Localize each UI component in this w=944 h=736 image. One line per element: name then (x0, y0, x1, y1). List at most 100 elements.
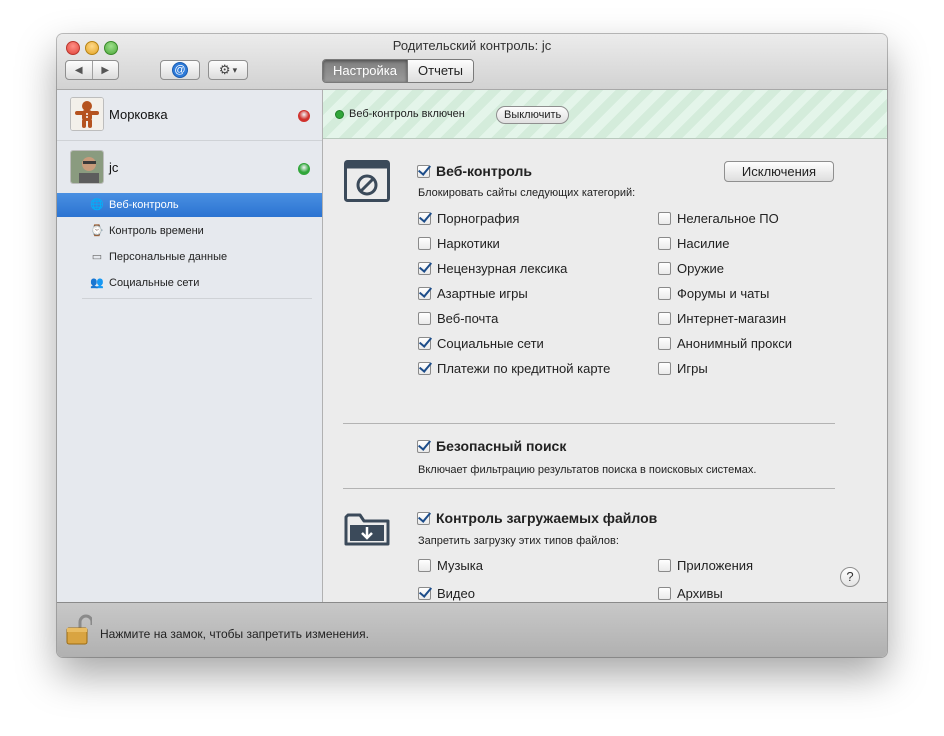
checkbox-box (658, 587, 671, 600)
category-checkbox[interactable]: Форумы и чаты (658, 286, 769, 301)
titlebar: Родительский контроль: jc ◀ ▶ @ ⚙ ▾ Наст… (57, 34, 887, 90)
checkbox-label: Форумы и чаты (677, 286, 770, 301)
file-type-checkbox[interactable]: Музыка (418, 558, 483, 573)
unlocked-padlock-icon[interactable] (66, 614, 92, 646)
checkbox-box (658, 312, 671, 325)
checkbox-label: Нецензурная лексика (437, 261, 568, 276)
people-icon: 👥 (90, 277, 104, 289)
checkbox-box (418, 312, 431, 325)
checkbox-label: Оружие (677, 261, 725, 276)
divider (343, 488, 835, 489)
category-checkbox[interactable]: Наркотики (418, 236, 500, 251)
sidebar-item-social-networks[interactable]: 👥 Социальные сети (57, 271, 322, 295)
exceptions-button[interactable]: Исключения (724, 161, 834, 182)
sidebar-item-label: Социальные сети (109, 277, 200, 289)
checkbox-label: Игры (677, 361, 708, 376)
checkbox-box (417, 439, 430, 453)
help-button[interactable]: ? (840, 567, 860, 587)
checkbox-box (658, 237, 671, 250)
checkbox-box (418, 337, 431, 350)
globe-icon: 🌐 (90, 199, 104, 211)
category-checkbox[interactable]: Порнография (418, 211, 519, 226)
section-title: Веб-контроль (436, 163, 532, 179)
checkbox-label: Наркотики (437, 236, 500, 251)
tab-reports[interactable]: Отчеты (407, 60, 473, 82)
checkbox-label: Платежи по кредитной карте (437, 361, 611, 376)
checkbox-box (418, 559, 431, 572)
sidebar-item-label: Персональные данные (109, 251, 228, 263)
checkbox-box (418, 237, 431, 250)
sidebar: Морковка jc 🌐 Веб-контроль ⌚ Контроль вр… (57, 90, 323, 602)
category-checkbox[interactable]: Платежи по кредитной карте (418, 361, 610, 376)
checkbox-label: Архивы (677, 586, 723, 601)
divider (57, 140, 322, 141)
view-tabs: Настройка Отчеты (322, 59, 474, 83)
browser-block-icon (344, 160, 390, 202)
section-title: Безопасный поиск (436, 438, 567, 454)
checkbox-box (418, 262, 431, 275)
app-window: Родительский контроль: jc ◀ ▶ @ ⚙ ▾ Наст… (57, 34, 887, 657)
sidebar-item-time-control[interactable]: ⌚ Контроль времени (57, 219, 322, 243)
checkbox-box (658, 262, 671, 275)
category-checkbox[interactable]: Игры (658, 361, 708, 376)
back-icon[interactable]: ◀ (66, 65, 92, 76)
file-type-checkbox[interactable]: Приложения (658, 558, 753, 573)
divider (343, 423, 835, 424)
sidebar-item-web-control[interactable]: 🌐 Веб-контроль (57, 193, 322, 217)
checkbox-label: Порнография (437, 211, 520, 226)
status-banner: Веб-контроль включен Выключить (323, 90, 887, 139)
safe-search-description: Включает фильтрацию результатов поиска в… (418, 464, 757, 476)
user-photo-icon (71, 151, 103, 183)
user-item-jc[interactable]: jc (57, 143, 322, 193)
checkbox-box (418, 287, 431, 300)
download-control-checkbox[interactable]: Контроль загружаемых файлов (417, 510, 657, 526)
user-item-morkovka[interactable]: Морковка (57, 90, 322, 140)
checkbox-box (418, 362, 431, 375)
user-name: Морковка (109, 107, 168, 122)
file-type-checkbox[interactable]: Архивы (658, 586, 723, 601)
checkbox-box (658, 287, 671, 300)
safe-search-checkbox[interactable]: Безопасный поиск (417, 438, 566, 454)
section-title: Контроль загружаемых файлов (436, 510, 658, 526)
status-indicator (335, 110, 344, 119)
category-checkbox[interactable]: Насилие (658, 236, 729, 251)
checkbox-label: Музыка (437, 558, 483, 573)
checkbox-box (658, 337, 671, 350)
checkbox-label: Азартные игры (437, 286, 528, 301)
lock-hint-text: Нажмите на замок, чтобы запретить измене… (100, 627, 369, 641)
category-checkbox[interactable]: Азартные игры (418, 286, 528, 301)
disable-button[interactable]: Выключить (496, 106, 570, 124)
checkbox-box (418, 587, 431, 600)
mail-button[interactable]: @ (160, 60, 200, 80)
web-control-checkbox[interactable]: Веб-контроль (417, 163, 532, 179)
sidebar-item-label: Контроль времени (109, 225, 204, 237)
forward-icon[interactable]: ▶ (93, 65, 119, 76)
sidebar-item-label: Веб-контроль (109, 199, 179, 211)
checkbox-label: Нелегальное ПО (677, 211, 779, 226)
category-checkbox[interactable]: Анонимный прокси (658, 336, 792, 351)
avatar (70, 150, 104, 184)
category-checkbox[interactable]: Нецензурная лексика (418, 261, 567, 276)
mail-icon: @ (172, 62, 188, 78)
status-indicator (298, 110, 310, 122)
category-checkbox[interactable]: Веб-почта (418, 311, 498, 326)
category-checkbox[interactable]: Интернет-магазин (658, 311, 786, 326)
tab-settings[interactable]: Настройка (323, 60, 407, 82)
checkbox-label: Насилие (677, 236, 730, 251)
divider (82, 298, 312, 299)
download-control-subtitle: Запретить загрузку этих типов файлов: (418, 535, 619, 547)
checkbox-label: Интернет-магазин (677, 311, 787, 326)
file-type-checkbox[interactable]: Видео (418, 586, 475, 601)
checkbox-box (417, 164, 430, 178)
checkbox-box (658, 362, 671, 375)
gear-icon: ⚙ (218, 62, 231, 77)
checkbox-label: Веб-почта (437, 311, 499, 326)
category-checkbox[interactable]: Социальные сети (418, 336, 544, 351)
action-menu-button[interactable]: ⚙ ▾ (208, 60, 248, 80)
category-checkbox[interactable]: Нелегальное ПО (658, 211, 779, 226)
sidebar-item-personal-data[interactable]: ▭ Персональные данные (57, 245, 322, 269)
back-forward-control: ◀ ▶ (65, 60, 119, 80)
user-name: jc (109, 160, 119, 175)
category-checkbox[interactable]: Оружие (658, 261, 724, 276)
status-indicator (298, 163, 310, 175)
